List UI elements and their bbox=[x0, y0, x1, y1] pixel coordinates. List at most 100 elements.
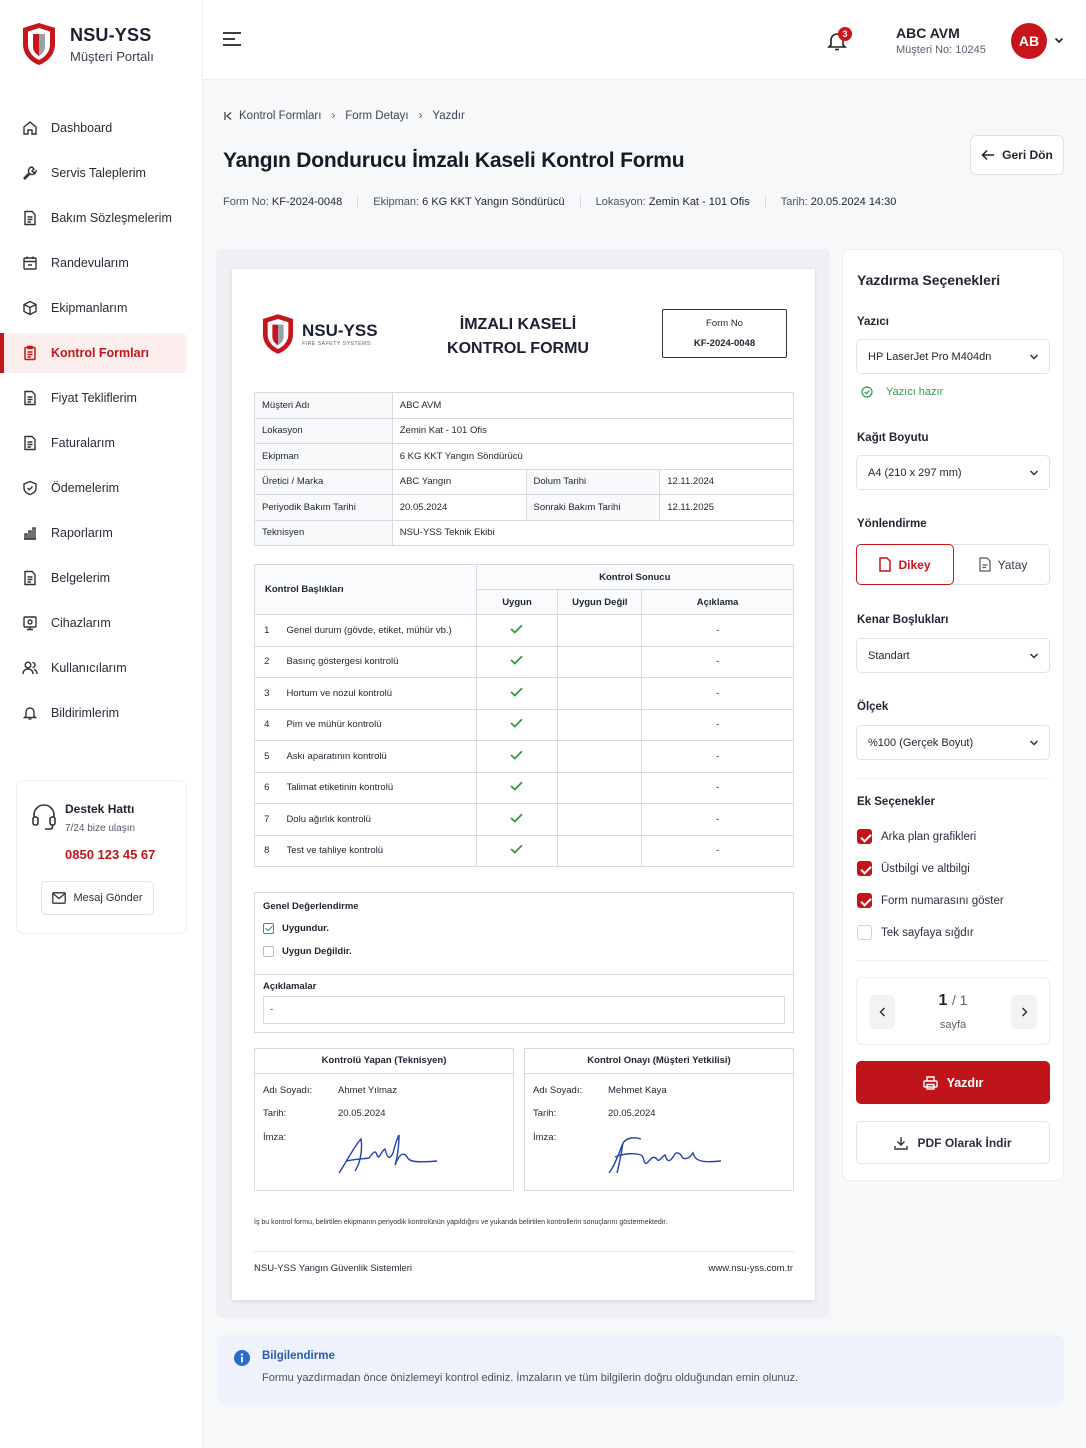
sidebar-item-appointments[interactable]: Randevularım bbox=[0, 243, 203, 283]
back-button[interactable]: Geri Dön bbox=[970, 135, 1064, 175]
brand-logo[interactable]: NSU-YSS Müşteri Portalı bbox=[22, 22, 154, 66]
sig-name-row: Adı Soyadı: Mehmet Kaya bbox=[533, 1085, 667, 1096]
option-label: Form numarasını göster bbox=[881, 894, 1004, 907]
checkbox-checked-icon[interactable] bbox=[857, 893, 872, 908]
check-icon bbox=[510, 844, 524, 855]
divider bbox=[254, 1251, 794, 1252]
check-note: - bbox=[641, 677, 794, 710]
payment-icon bbox=[23, 480, 37, 496]
sidebar-nav: Dashboard Servis Taleplerim Bakım Sözleş… bbox=[0, 108, 203, 738]
sig-label: Tarih: bbox=[533, 1108, 557, 1119]
option-background-graphics[interactable]: Arka plan grafikleri bbox=[857, 829, 976, 844]
breadcrumb-item-control-forms[interactable]: Kontrol Formları bbox=[239, 110, 321, 122]
check-label: Basınç göstergesi kontrolü bbox=[278, 645, 477, 678]
form-meta: Form No: KF-2024-0048 Ekipman: 6 KG KKT … bbox=[223, 196, 926, 208]
option-fit-one-page[interactable]: Tek sayfaya sığdır bbox=[857, 925, 974, 940]
sidebar-item-label: Dashboard bbox=[51, 121, 113, 135]
sidebar-item-reports[interactable]: Raporlarım bbox=[0, 513, 203, 553]
check-note: - bbox=[641, 708, 794, 741]
check-icon bbox=[510, 750, 524, 760]
option-label: Arka plan grafikleri bbox=[881, 830, 977, 843]
checkbox-checked-icon[interactable] bbox=[857, 861, 872, 876]
check-icon bbox=[510, 687, 524, 697]
sidebar-item-devices[interactable]: Cihazlarım bbox=[0, 603, 203, 643]
checks-table: Kontrol Başlıkları Kontrol Sonucu Uygun … bbox=[254, 564, 795, 867]
sig-label: İmza: bbox=[533, 1132, 557, 1143]
orientation-landscape-button[interactable]: Yatay bbox=[954, 544, 1052, 585]
download-icon bbox=[894, 1136, 909, 1150]
checkbox-empty-icon[interactable] bbox=[857, 925, 872, 940]
paper-size-select[interactable]: A4 (210 x 297 mm) bbox=[856, 455, 1050, 490]
document-icon bbox=[24, 570, 36, 586]
sidebar-item-invoices[interactable]: Faturalarım bbox=[0, 423, 203, 463]
print-button[interactable]: Yazdır bbox=[856, 1061, 1050, 1104]
checkbox-checked-icon[interactable] bbox=[857, 829, 872, 844]
margins-select[interactable]: Standart bbox=[856, 638, 1050, 673]
breadcrumb-item-form-detail[interactable]: Form Detayı bbox=[345, 110, 408, 122]
check-icon bbox=[510, 624, 524, 634]
form-logo: NSU-YSS FIRE SAFETY SYSTEMS bbox=[262, 313, 378, 355]
top-header: 3 ABC AVM Müşteri No: 10245 AB bbox=[203, 0, 1086, 80]
option-header-footer[interactable]: Üstbilgi ve altbilgi bbox=[857, 861, 970, 876]
chevron-right-icon bbox=[1021, 1007, 1028, 1017]
paper-size-label: Kağıt Boyutu bbox=[857, 432, 929, 444]
check-note: - bbox=[641, 614, 794, 647]
margins-label: Kenar Boşlukları bbox=[857, 614, 949, 626]
divider bbox=[856, 960, 1050, 961]
option-label: Tek sayfaya sığdır bbox=[881, 926, 974, 939]
table-row: Ekipman 6 KG KKT Yangın Söndürücü bbox=[254, 443, 795, 470]
meta-value: KF-2024-0048 bbox=[271, 196, 343, 208]
chevron-right-icon: › bbox=[331, 110, 336, 122]
device-icon bbox=[23, 616, 37, 631]
orientation-portrait-button[interactable]: Dikey bbox=[856, 544, 954, 585]
sidebar-item-dashboard[interactable]: Dashboard bbox=[0, 108, 203, 148]
form-logo-name: NSU-YSS bbox=[302, 321, 378, 340]
info-value: ABC AVM bbox=[391, 392, 795, 419]
arrow-left-icon bbox=[981, 149, 995, 161]
notice-text: Formu yazdırmadan önce önizlemeyi kontro… bbox=[262, 1372, 799, 1384]
sidebar: NSU-YSS Müşteri Portalı Dashboard Servis… bbox=[0, 0, 203, 1448]
check-icon bbox=[510, 655, 524, 666]
sidebar-item-quotes[interactable]: Fiyat Tekliflerim bbox=[0, 378, 203, 418]
table-row: Lokasyon Zemin Kat - 101 Ofis bbox=[254, 417, 795, 444]
info-value: 20.05.2024 bbox=[391, 494, 527, 521]
avatar[interactable]: AB bbox=[1011, 23, 1047, 59]
sidebar-item-equipment[interactable]: Ekipmanlarım bbox=[0, 288, 203, 328]
check-number: 7 bbox=[254, 803, 279, 836]
cube-icon bbox=[23, 300, 37, 316]
sidebar-item-service-requests[interactable]: Servis Taleplerim bbox=[0, 153, 203, 193]
option-show-form-number[interactable]: Form numarasını göster bbox=[857, 893, 1004, 908]
form-footer-company: NSU-YSS Yangın Güvenlik Sistemleri bbox=[254, 1263, 413, 1274]
sidebar-item-users[interactable]: Kullanıcılarım bbox=[0, 648, 203, 688]
chevron-down-icon bbox=[1029, 740, 1039, 746]
sidebar-item-label: Randevularım bbox=[51, 256, 129, 270]
notification-count-badge: 3 bbox=[838, 27, 852, 41]
hamburger-menu-icon[interactable] bbox=[222, 30, 242, 48]
mail-icon bbox=[52, 892, 67, 904]
chevron-down-icon bbox=[1029, 653, 1039, 659]
check-label: Hortum ve nozul kontrolü bbox=[278, 677, 477, 710]
scale-select[interactable]: %100 (Gerçek Boyut) bbox=[856, 725, 1050, 760]
support-phone[interactable]: 0850 123 45 67 bbox=[65, 847, 155, 862]
check-number: 8 bbox=[254, 834, 279, 867]
sidebar-item-payments[interactable]: Ödemelerim bbox=[0, 468, 203, 508]
sidebar-item-documents[interactable]: Belgelerim bbox=[0, 558, 203, 598]
notice-title: Bilgilendirme bbox=[262, 1350, 335, 1362]
printer-select[interactable]: HP LaserJet Pro M404dn bbox=[856, 339, 1050, 374]
checks-title-header: Kontrol Başlıkları bbox=[254, 564, 477, 615]
sidebar-item-notifications[interactable]: Bildirimlerim bbox=[0, 693, 203, 733]
download-pdf-button[interactable]: PDF Olarak İndir bbox=[856, 1121, 1050, 1164]
evaluation-title: Genel Değerlendirme bbox=[263, 901, 359, 912]
check-number: 6 bbox=[254, 771, 279, 804]
sig-name-row: Adı Soyadı: Ahmet Yılmaz bbox=[263, 1085, 397, 1096]
sidebar-item-control-forms[interactable]: Kontrol Formları bbox=[0, 333, 187, 373]
info-notice: Bilgilendirme Formu yazdırmadan önce öni… bbox=[218, 1335, 1064, 1405]
chevron-down-icon[interactable] bbox=[1053, 34, 1065, 46]
form-title: İMZALI KASELİ KONTROL FORMU bbox=[428, 313, 608, 361]
table-row: 8 Test ve tahliye kontrolü - bbox=[254, 834, 794, 867]
sidebar-item-contracts[interactable]: Bakım Sözleşmelerim bbox=[0, 198, 203, 238]
send-message-button[interactable]: Mesaj Gönder bbox=[41, 881, 154, 915]
check-circle-icon bbox=[861, 386, 873, 398]
wrench-icon bbox=[23, 166, 37, 180]
next-page-button[interactable] bbox=[1011, 995, 1037, 1029]
